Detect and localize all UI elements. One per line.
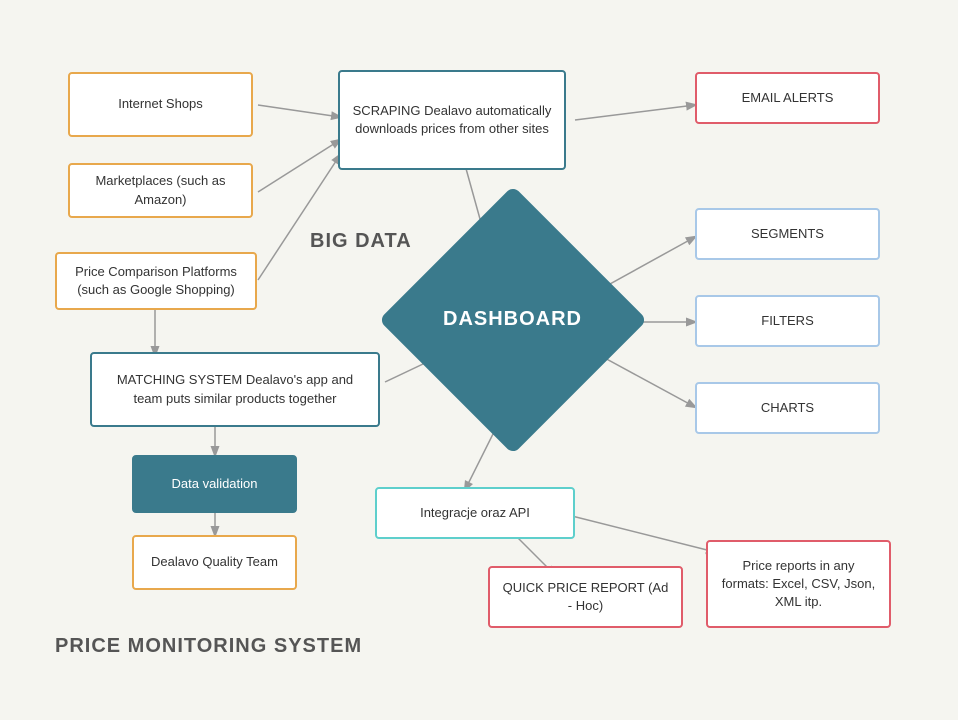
- charts-label: CHARTS: [761, 399, 814, 417]
- integracje-label: Integracje oraz API: [420, 504, 530, 522]
- price-reports-label: Price reports in any formats: Excel, CSV…: [720, 557, 877, 612]
- quick-report-box: QUICK PRICE REPORT (Ad - Hoc): [488, 566, 683, 628]
- price-monitoring-label: PRICE MONITORING SYSTEM: [55, 635, 362, 658]
- scraping-label: SCRAPING Dealavo automatically downloads…: [352, 102, 552, 138]
- internet-shops-label: Internet Shops: [118, 95, 203, 113]
- charts-box: CHARTS: [695, 382, 880, 434]
- matching-system-label: MATCHING SYSTEM Dealavo's app and team p…: [104, 371, 366, 407]
- segments-box: SEGMENTS: [695, 208, 880, 260]
- dashboard-label: DASHBOARD: [443, 308, 582, 331]
- dealavo-quality-label: Dealavo Quality Team: [151, 553, 278, 571]
- marketplaces-box: Marketplaces (such as Amazon): [68, 163, 253, 218]
- segments-label: SEGMENTS: [751, 225, 824, 243]
- diagram: Internet Shops Marketplaces (such as Ama…: [0, 0, 958, 720]
- integracje-box: Integracje oraz API: [375, 487, 575, 539]
- big-data-label: BIG DATA: [310, 230, 412, 253]
- price-comparison-box: Price Comparison Platforms (such as Goog…: [55, 252, 257, 310]
- quick-report-label: QUICK PRICE REPORT (Ad - Hoc): [502, 579, 669, 615]
- marketplaces-label: Marketplaces (such as Amazon): [82, 172, 239, 208]
- price-reports-box: Price reports in any formats: Excel, CSV…: [706, 540, 891, 628]
- dashboard-container: DASHBOARD: [415, 222, 610, 417]
- email-alerts-label: EMAIL ALERTS: [742, 89, 834, 107]
- data-validation-label: Data validation: [172, 475, 258, 493]
- filters-box: FILTERS: [695, 295, 880, 347]
- email-alerts-box: EMAIL ALERTS: [695, 72, 880, 124]
- matching-system-box: MATCHING SYSTEM Dealavo's app and team p…: [90, 352, 380, 427]
- data-validation-box: Data validation: [132, 455, 297, 513]
- internet-shops-box: Internet Shops: [68, 72, 253, 137]
- price-comparison-label: Price Comparison Platforms (such as Goog…: [69, 263, 243, 299]
- dealavo-quality-box: Dealavo Quality Team: [132, 535, 297, 590]
- scraping-box: SCRAPING Dealavo automatically downloads…: [338, 70, 566, 170]
- filters-label: FILTERS: [761, 312, 814, 330]
